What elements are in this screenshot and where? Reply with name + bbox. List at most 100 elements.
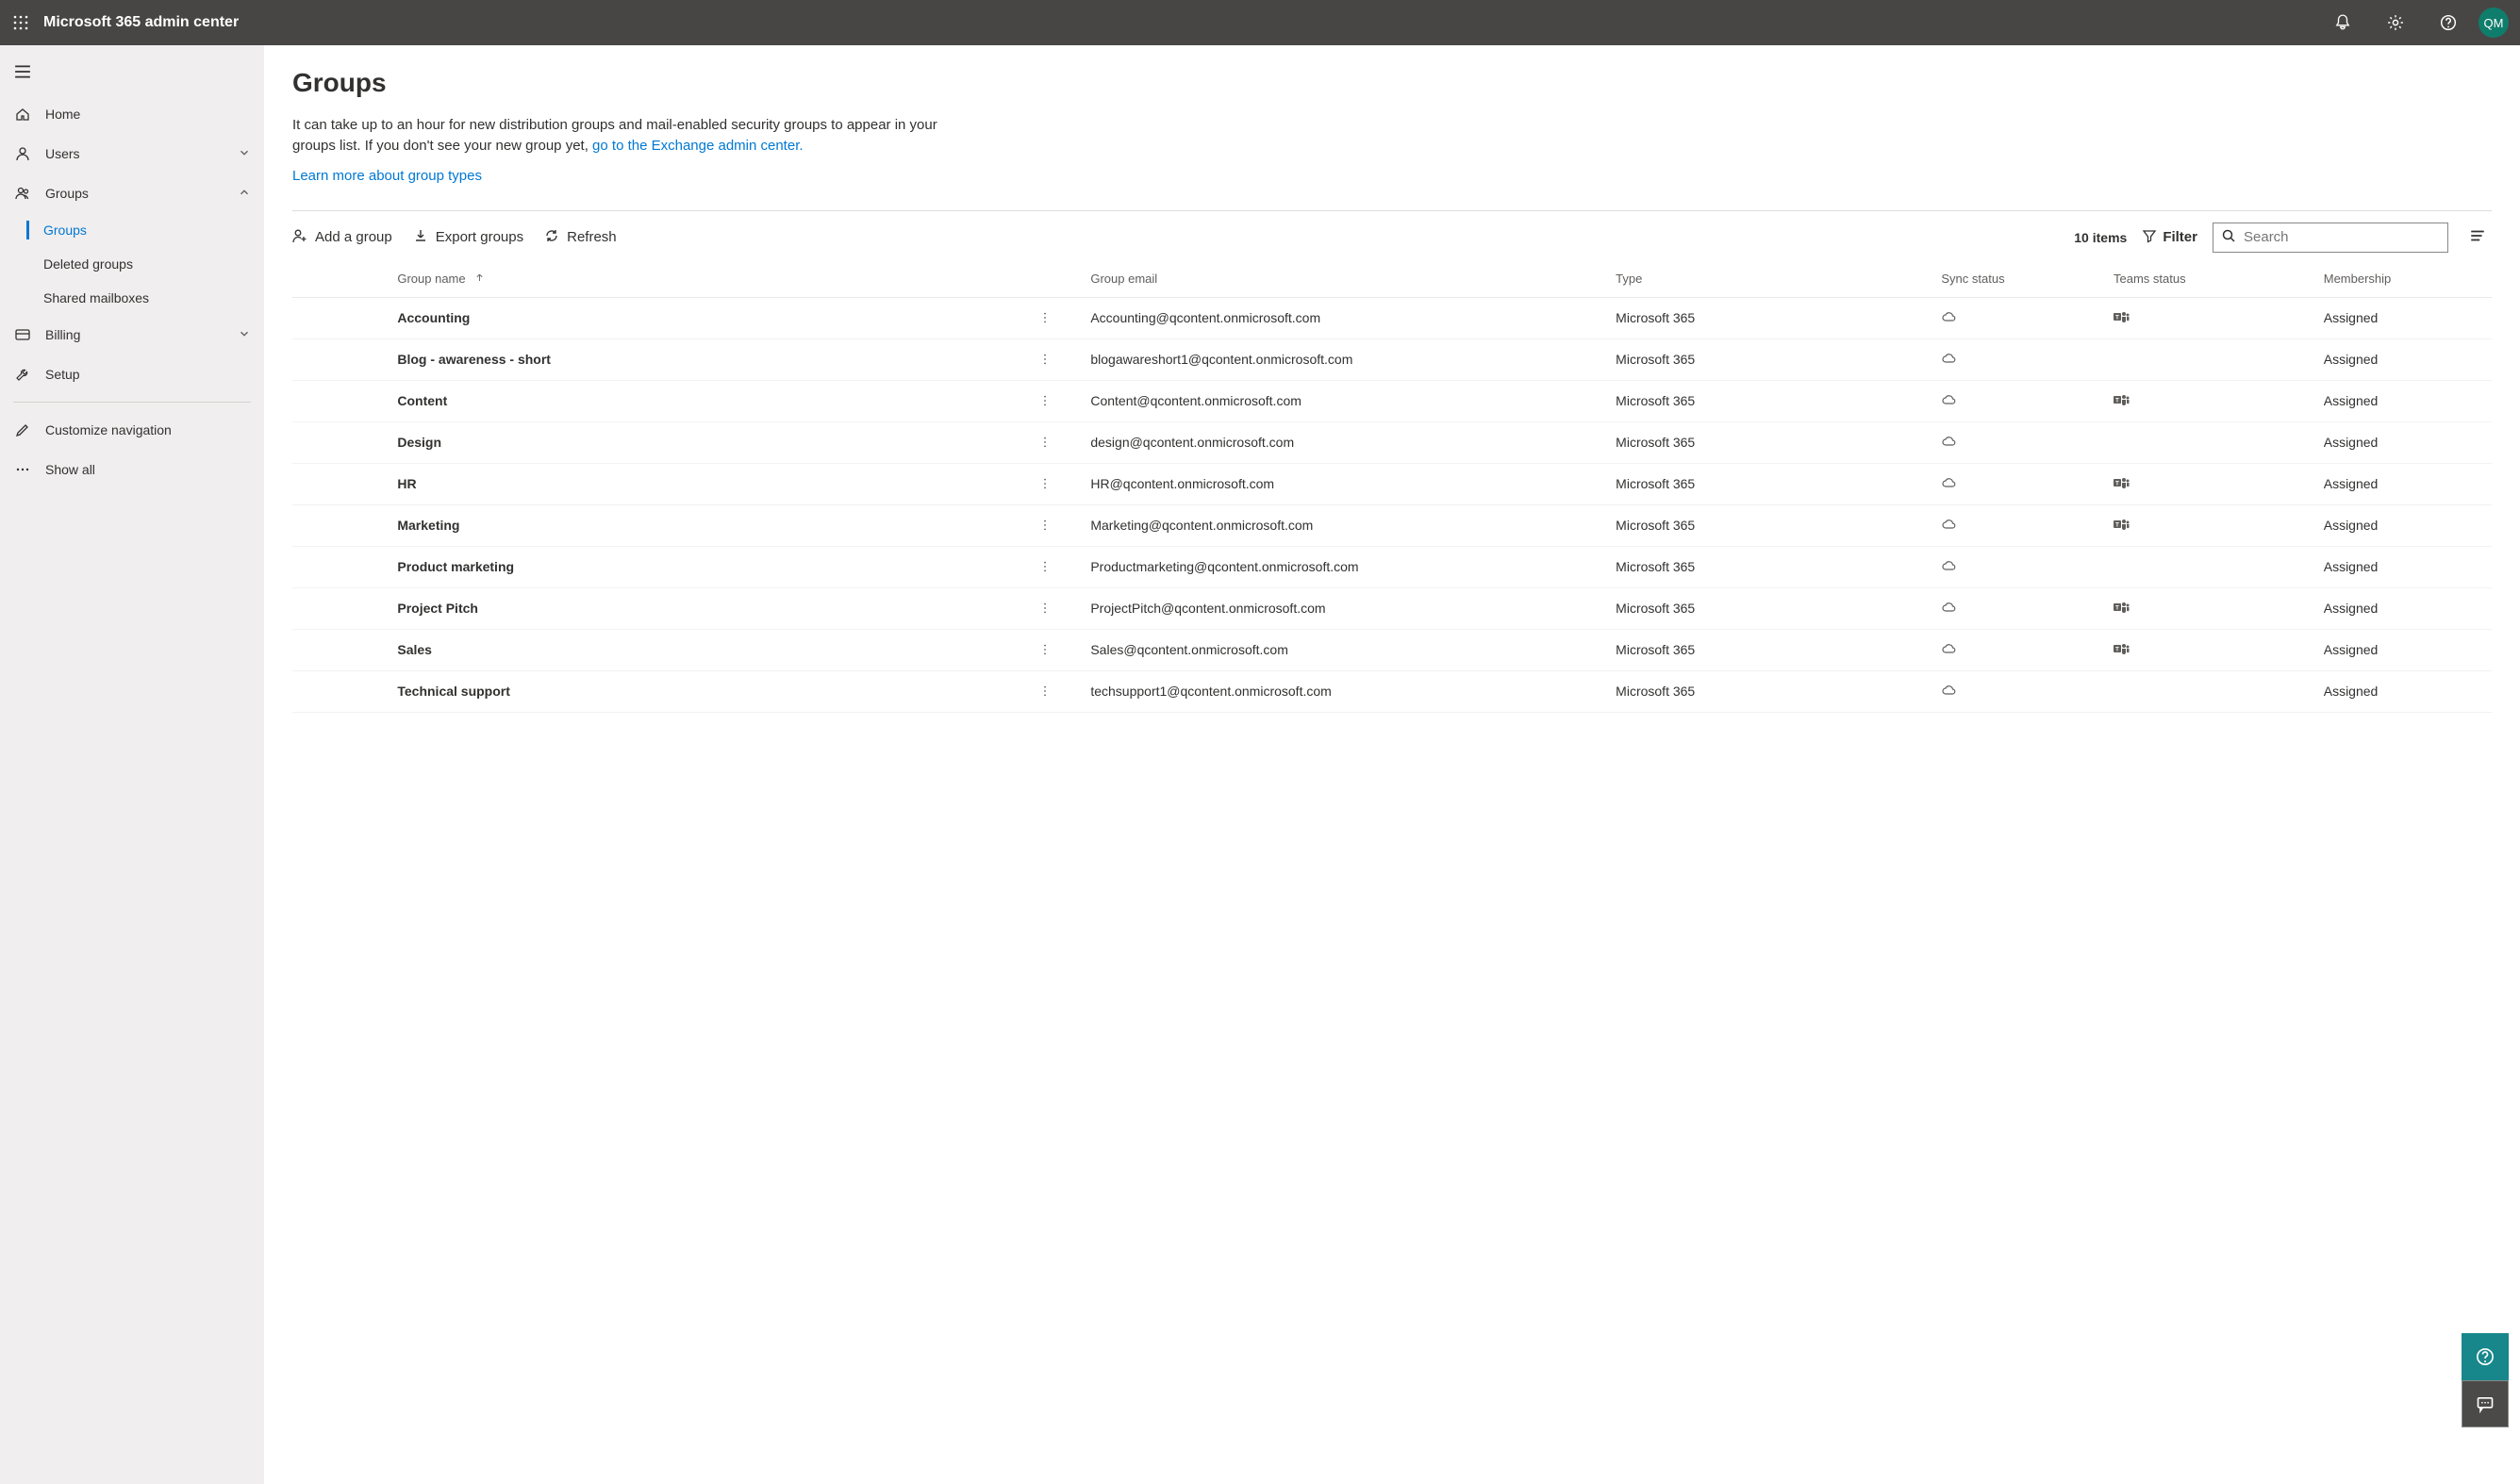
table-row[interactable]: Technical supporttechsupport1@qcontent.o… bbox=[292, 670, 2492, 712]
table-row[interactable]: Blog - awareness - shortblogawareshort1@… bbox=[292, 338, 2492, 380]
cloud-icon bbox=[1941, 478, 1956, 493]
table-row[interactable]: Designdesign@qcontent.onmicrosoft.comMic… bbox=[292, 421, 2492, 463]
cell-sync bbox=[1941, 463, 2114, 504]
sidebar-item-users[interactable]: Users bbox=[0, 134, 264, 173]
row-actions-button[interactable] bbox=[1006, 394, 1083, 407]
sidebar-subitem-groups[interactable]: Groups bbox=[0, 213, 264, 247]
row-actions-button[interactable] bbox=[1006, 602, 1083, 615]
cell-email: Accounting@qcontent.onmicrosoft.com bbox=[1090, 297, 1616, 338]
sidebar-subitem-label: Deleted groups bbox=[43, 256, 133, 272]
cell-teams bbox=[2114, 629, 2324, 670]
chevron-down-icon bbox=[238, 146, 251, 162]
groups-table: Group name Group email Type Sync status … bbox=[292, 260, 2492, 713]
settings-icon[interactable] bbox=[2373, 0, 2418, 45]
cell-sync bbox=[1941, 670, 2114, 712]
floating-feedback-button[interactable] bbox=[2462, 1380, 2509, 1427]
sidebar-item-billing[interactable]: Billing bbox=[0, 315, 264, 355]
teams-icon bbox=[2114, 519, 2130, 534]
table-row[interactable]: MarketingMarketing@qcontent.onmicrosoft.… bbox=[292, 504, 2492, 546]
filter-button[interactable]: Filter bbox=[2142, 228, 2197, 247]
cell-email: Sales@qcontent.onmicrosoft.com bbox=[1090, 629, 1616, 670]
table-row[interactable]: Product marketingProductmarketing@qconte… bbox=[292, 546, 2492, 587]
cell-name[interactable]: Accounting bbox=[397, 297, 1006, 338]
row-actions-button[interactable] bbox=[1006, 643, 1083, 656]
sidebar-subitem-shared-mailboxes[interactable]: Shared mailboxes bbox=[0, 281, 264, 315]
home-icon bbox=[13, 107, 32, 122]
row-actions-button[interactable] bbox=[1006, 684, 1083, 698]
col-teams-status[interactable]: Teams status bbox=[2114, 260, 2324, 298]
sidebar-subitem-deleted-groups[interactable]: Deleted groups bbox=[0, 247, 264, 281]
sidebar-item-home[interactable]: Home bbox=[0, 94, 264, 134]
sort-asc-icon bbox=[474, 272, 485, 286]
avatar[interactable]: QM bbox=[2479, 8, 2509, 38]
notifications-icon[interactable] bbox=[2320, 0, 2365, 45]
cloud-icon bbox=[1941, 312, 1956, 327]
col-sync-status[interactable]: Sync status bbox=[1941, 260, 2114, 298]
table-row[interactable]: ContentContent@qcontent.onmicrosoft.comM… bbox=[292, 380, 2492, 421]
cell-name[interactable]: Blog - awareness - short bbox=[397, 338, 1006, 380]
col-type[interactable]: Type bbox=[1616, 260, 1941, 298]
list-options-button[interactable] bbox=[2463, 223, 2492, 251]
cell-sync bbox=[1941, 587, 2114, 629]
row-actions-button[interactable] bbox=[1006, 477, 1083, 490]
sidebar-toggle[interactable] bbox=[0, 53, 45, 91]
refresh-button[interactable]: Refresh bbox=[544, 228, 617, 247]
app-launcher-icon[interactable] bbox=[11, 13, 30, 32]
cell-type: Microsoft 365 bbox=[1616, 587, 1941, 629]
sidebar-item-customize[interactable]: Customize navigation bbox=[0, 410, 264, 450]
cell-name[interactable]: HR bbox=[397, 463, 1006, 504]
col-select[interactable] bbox=[292, 260, 397, 298]
row-actions-button[interactable] bbox=[1006, 436, 1083, 449]
chevron-up-icon bbox=[238, 186, 251, 202]
export-groups-button[interactable]: Export groups bbox=[413, 228, 523, 247]
cell-sync bbox=[1941, 421, 2114, 463]
cell-type: Microsoft 365 bbox=[1616, 670, 1941, 712]
toolbar-divider bbox=[292, 210, 2492, 211]
cell-type: Microsoft 365 bbox=[1616, 338, 1941, 380]
cell-name[interactable]: Design bbox=[397, 421, 1006, 463]
add-user-icon bbox=[292, 228, 307, 247]
help-icon[interactable] bbox=[2426, 0, 2471, 45]
chevron-down-icon bbox=[238, 327, 251, 343]
filter-label: Filter bbox=[2163, 229, 2197, 245]
row-actions-button[interactable] bbox=[1006, 560, 1083, 573]
sidebar-item-showall[interactable]: Show all bbox=[0, 450, 264, 489]
teams-icon bbox=[2114, 477, 2130, 492]
table-row[interactable]: Accounting Accounting@qcontent.onmicrosof… bbox=[292, 297, 2492, 338]
col-group-email[interactable]: Group email bbox=[1090, 260, 1616, 298]
col-group-name[interactable]: Group name bbox=[397, 260, 1006, 298]
search-box[interactable] bbox=[2213, 223, 2448, 253]
add-group-button[interactable]: Add a group bbox=[292, 228, 392, 247]
table-row[interactable]: HRHR@qcontent.onmicrosoft.comMicrosoft 3… bbox=[292, 463, 2492, 504]
cell-name[interactable]: Product marketing bbox=[397, 546, 1006, 587]
more-icon bbox=[13, 462, 32, 477]
sidebar-item-setup[interactable]: Setup bbox=[0, 355, 264, 394]
sidebar-item-groups[interactable]: Groups bbox=[0, 173, 264, 213]
learn-more-link[interactable]: Learn more about group types bbox=[292, 168, 2492, 184]
search-input[interactable] bbox=[2244, 229, 2440, 245]
cell-name[interactable]: Marketing bbox=[397, 504, 1006, 546]
cell-type: Microsoft 365 bbox=[1616, 297, 1941, 338]
col-membership[interactable]: Membership bbox=[2324, 260, 2492, 298]
teams-icon bbox=[2114, 643, 2130, 658]
cell-name[interactable]: Project Pitch bbox=[397, 587, 1006, 629]
page-title: Groups bbox=[292, 68, 2492, 98]
cell-name[interactable]: Content bbox=[397, 380, 1006, 421]
floating-help-button[interactable] bbox=[2462, 1333, 2509, 1380]
cell-type: Microsoft 365 bbox=[1616, 463, 1941, 504]
teams-icon bbox=[2114, 602, 2130, 617]
cell-sync bbox=[1941, 338, 2114, 380]
row-actions-button[interactable] bbox=[1006, 519, 1083, 532]
cloud-icon bbox=[1941, 644, 1956, 659]
exchange-link[interactable]: go to the Exchange admin center. bbox=[592, 138, 803, 154]
cell-name[interactable]: Sales bbox=[397, 629, 1006, 670]
row-actions-button[interactable] bbox=[1006, 311, 1083, 324]
cloud-icon bbox=[1941, 602, 1956, 618]
row-actions-button[interactable] bbox=[1006, 353, 1083, 366]
search-icon bbox=[2221, 228, 2236, 246]
cell-teams bbox=[2114, 504, 2324, 546]
table-row[interactable]: SalesSales@qcontent.onmicrosoft.comMicro… bbox=[292, 629, 2492, 670]
cell-name[interactable]: Technical support bbox=[397, 670, 1006, 712]
sidebar: Home Users Groups Groups Deleted groups bbox=[0, 45, 264, 1484]
table-row[interactable]: Project PitchProjectPitch@qcontent.onmic… bbox=[292, 587, 2492, 629]
